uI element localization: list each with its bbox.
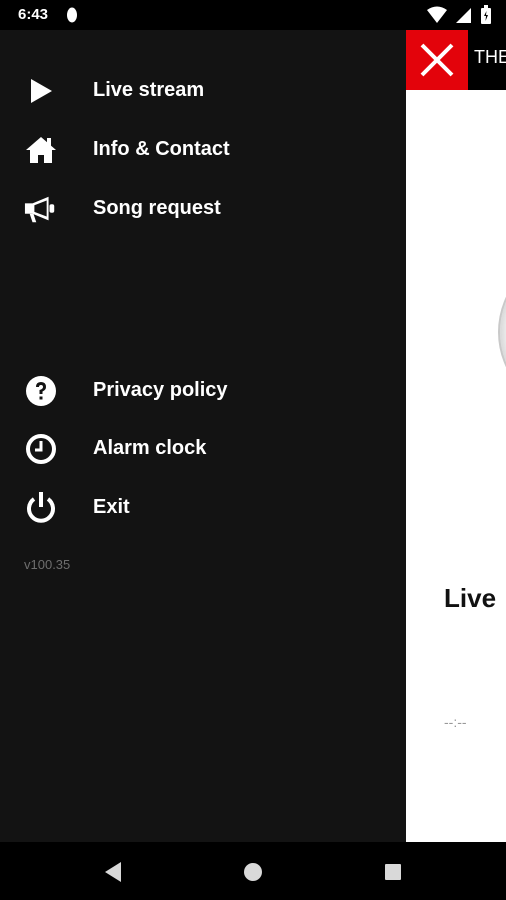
play-icon: [24, 74, 58, 108]
menu-item-alarm-clock[interactable]: Alarm clock: [0, 419, 406, 477]
app-title: THE: [474, 47, 506, 67]
menu-item-live-stream[interactable]: Live stream: [0, 61, 406, 119]
menu-item-song-request[interactable]: Song request: [0, 179, 406, 237]
close-button[interactable]: [406, 30, 468, 90]
menu-item-label: Privacy policy: [93, 379, 228, 401]
home-icon: [24, 133, 58, 167]
power-icon: [24, 491, 58, 525]
megaphone-icon: [24, 192, 58, 226]
app-header: THE: [406, 30, 506, 90]
menu-item-label: Alarm clock: [93, 437, 207, 459]
menu-item-label: Song request: [93, 197, 221, 219]
navigation-drawer: Live stream Info & Contact Song request …: [0, 30, 406, 842]
menu-item-info-contact[interactable]: Info & Contact: [0, 120, 406, 178]
close-icon: [420, 43, 454, 77]
status-time: 6:43: [18, 6, 49, 23]
time-readout: --:--: [444, 714, 467, 730]
menu-item-exit[interactable]: Exit: [0, 478, 406, 536]
home-circle-icon[interactable]: [242, 861, 264, 883]
app-version: v100.35: [24, 557, 71, 572]
clock-icon: [24, 432, 58, 466]
recents-icon[interactable]: [382, 861, 404, 883]
album-cover: [498, 250, 506, 414]
menu-item-label: Info & Contact: [93, 138, 230, 160]
navigation-bar: [0, 842, 506, 900]
help-icon: [24, 374, 58, 408]
main-content: THE Live --:--: [406, 30, 506, 842]
wifi-icon: [427, 6, 448, 23]
stream-title: Live: [444, 583, 497, 613]
status-bar: 6:43: [0, 0, 506, 30]
menu-item-label: Live stream: [93, 79, 205, 101]
menu-item-label: Exit: [93, 496, 130, 518]
signal-icon: [455, 8, 471, 23]
status-icons: [423, 5, 492, 25]
back-icon[interactable]: [102, 861, 124, 883]
menu-item-privacy-policy[interactable]: Privacy policy: [0, 361, 406, 419]
battery-icon: [481, 5, 491, 24]
notification-dot-icon: [66, 6, 78, 29]
